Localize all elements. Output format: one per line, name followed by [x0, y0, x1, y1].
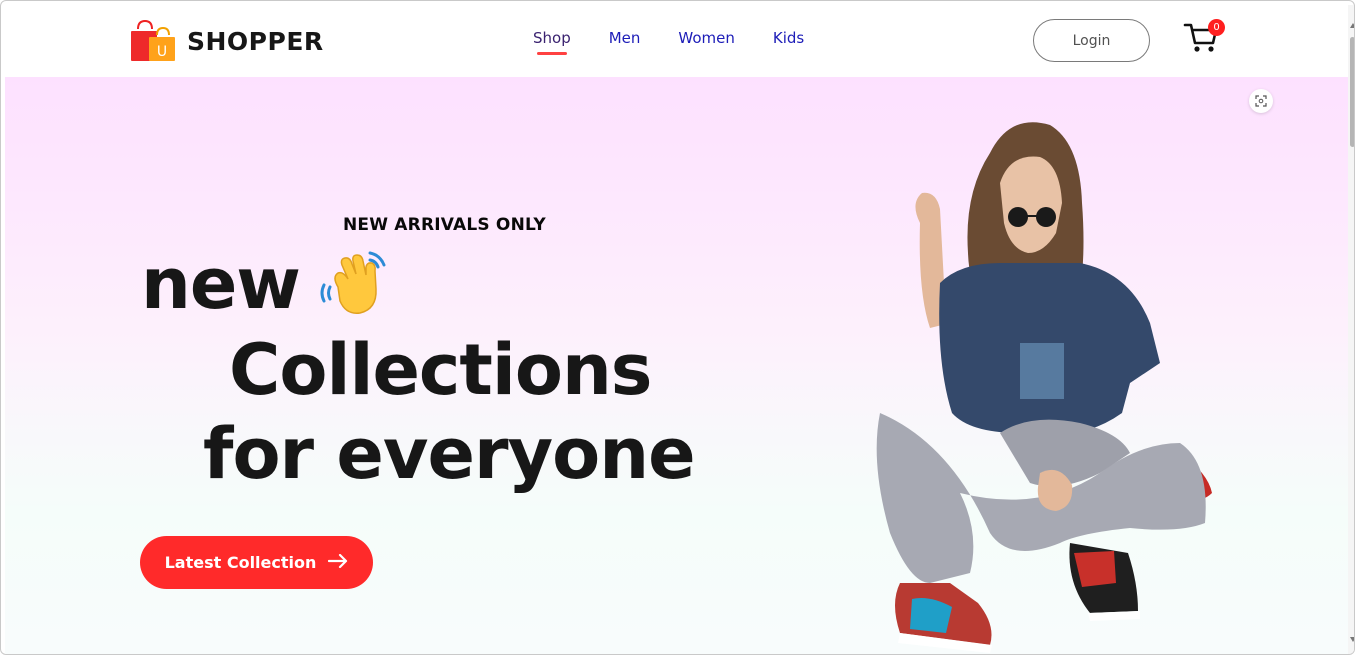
shopping-bag-icon: U [129, 19, 177, 63]
navbar: U SHOPPER Shop Men Women Kids Login 0 [5, 5, 1348, 77]
nav-item-kids[interactable]: Kids [773, 29, 804, 47]
login-button[interactable]: Login [1033, 19, 1150, 62]
scroll-up-arrow-icon[interactable] [1350, 23, 1354, 28]
hero-word-new: new [141, 243, 301, 325]
browser-viewport: U SHOPPER Shop Men Women Kids Login 0 NE… [0, 0, 1355, 655]
hero-heading-line-1: new [141, 247, 392, 321]
hero-section: NEW ARRIVALS ONLY new Collections for ev… [5, 77, 1348, 654]
scan-icon[interactable] [1249, 89, 1273, 113]
nav-item-men[interactable]: Men [609, 29, 641, 47]
hero-tagline: NEW ARRIVALS ONLY [343, 215, 546, 235]
hero-word-for-everyone: for everyone [203, 413, 696, 495]
cart-count-badge: 0 [1208, 19, 1225, 36]
logo-letter: U [157, 44, 167, 60]
latest-collection-button[interactable]: Latest Collection [140, 536, 373, 589]
nav-item-women[interactable]: Women [678, 29, 734, 47]
hero-model-image [860, 113, 1220, 654]
scrollbar-thumb[interactable] [1350, 37, 1354, 147]
main-nav: Shop Men Women Kids [533, 29, 804, 55]
brand-logo[interactable]: U SHOPPER [129, 19, 324, 63]
brand-name: SHOPPER [187, 26, 324, 56]
waving-hand-icon [318, 247, 392, 321]
latest-collection-label: Latest Collection [164, 553, 317, 572]
arrow-right-icon [328, 553, 348, 572]
nav-item-shop[interactable]: Shop [533, 29, 571, 55]
scroll-down-arrow-icon[interactable] [1350, 637, 1354, 642]
hero-word-collections: Collections [229, 329, 652, 411]
